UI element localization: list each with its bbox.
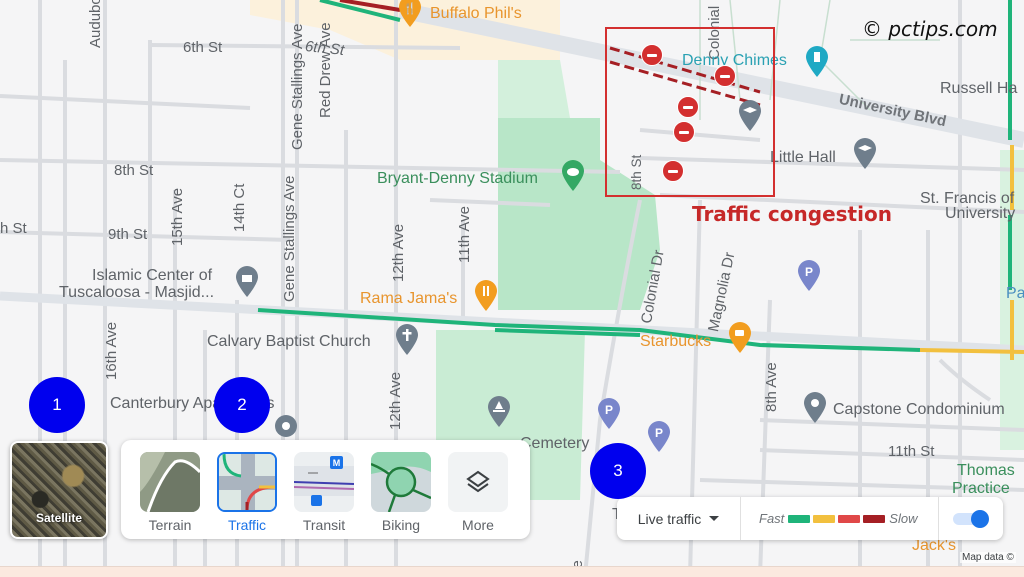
street-label: Gene Stallings Ave xyxy=(281,175,298,302)
place-label-partial[interactable]: Pa xyxy=(1006,286,1024,302)
street-label: 11th Ave xyxy=(456,206,473,263)
traffic-mode-value: Live traffic xyxy=(637,510,702,527)
street-label: 8th Ave xyxy=(763,362,780,412)
annotation-badge-3: 3 xyxy=(590,443,646,499)
parking-pin-icon[interactable]: P xyxy=(647,421,671,453)
congestion-annotation-label: Traffic congestion xyxy=(692,202,892,226)
place-label-rama-jamas[interactable]: Rama Jama's xyxy=(360,291,457,307)
map-data-attribution[interactable]: Map data © xyxy=(960,552,1016,563)
quad-green xyxy=(498,60,570,118)
legend-swatch-slow xyxy=(838,514,861,523)
divider xyxy=(938,497,939,540)
svg-text:P: P xyxy=(655,426,663,440)
street-label: Audubon xyxy=(87,0,104,48)
street-label: Gene Stallings Ave xyxy=(289,23,306,150)
place-label-thomas[interactable]: Thomas xyxy=(957,463,1015,479)
street-label: 15th Ave xyxy=(169,187,186,246)
terrain-layer-icon xyxy=(140,452,200,512)
svg-text:M: M xyxy=(333,458,341,468)
layer-label: Biking xyxy=(381,517,421,533)
place-label-calvary[interactable]: Calvary Baptist Church xyxy=(207,334,371,350)
restaurant-pin-icon[interactable]: 🍴 xyxy=(398,0,422,28)
congestion-highlight-box xyxy=(605,27,775,197)
cafe-pin-icon[interactable] xyxy=(728,322,752,354)
place-label-russell-hall[interactable]: Russell Ha xyxy=(940,81,1017,97)
church-pin-icon[interactable] xyxy=(395,324,419,356)
parking-pin-icon[interactable]: P xyxy=(797,260,821,292)
toggle-knob xyxy=(971,510,989,528)
place-label-little-hall[interactable]: Little Hall xyxy=(770,150,836,166)
street-label: h St xyxy=(0,220,27,237)
place-label-cemetery[interactable]: Cemetery xyxy=(520,436,589,452)
legend-slow-label: Slow xyxy=(889,511,918,526)
street-label: 14th Ct xyxy=(231,183,248,232)
place-label-st-francis-2[interactable]: University xyxy=(945,206,1015,222)
legend-swatch-fast xyxy=(788,514,811,523)
street-label: 12th Ave xyxy=(390,223,407,282)
place-label-bryant-denny[interactable]: Bryant-Denny Stadium xyxy=(377,171,538,187)
svg-text:🍴: 🍴 xyxy=(403,2,417,15)
street-label: 16th Ave xyxy=(103,321,120,380)
street-label: 6th St xyxy=(183,39,223,56)
place-label-capstone[interactable]: Capstone Condominium xyxy=(833,402,1005,418)
street-label: 9th St xyxy=(108,226,148,243)
satellite-view-button[interactable]: Satellite xyxy=(10,441,108,539)
layers-icon xyxy=(448,452,508,512)
stadium-pin-icon[interactable] xyxy=(561,160,585,192)
restaurant-pin-icon[interactable] xyxy=(474,280,498,312)
chevron-down-icon xyxy=(709,516,720,521)
street-label: Red Drew Ave xyxy=(317,22,334,118)
place-label-thomas-2[interactable]: Practice xyxy=(952,481,1010,497)
landmark-pin-icon[interactable] xyxy=(805,46,829,78)
svg-text:P: P xyxy=(605,403,613,417)
traffic-mode-dropdown[interactable]: Live traffic xyxy=(617,497,740,540)
watermark: © pctips.com xyxy=(862,17,998,41)
layer-label: Traffic xyxy=(227,517,267,533)
street-label: 8th St xyxy=(114,162,154,179)
traffic-toggle-switch[interactable] xyxy=(953,509,991,528)
layer-traffic-button[interactable]: Traffic xyxy=(216,452,278,533)
satellite-label: Satellite xyxy=(35,511,83,525)
layer-biking-button[interactable]: Biking xyxy=(370,452,432,533)
map-layers-panel: Terrain Traffic M Transit Biking More xyxy=(121,440,530,539)
traffic-legend: Fast Slow xyxy=(759,497,917,540)
layer-terrain-button[interactable]: Terrain xyxy=(139,452,201,533)
street-label: 12th Ave xyxy=(387,371,404,430)
street-label: 11th St xyxy=(888,443,935,460)
place-label-jacks[interactable]: Jack's xyxy=(912,538,956,554)
layer-label: Terrain xyxy=(148,517,192,533)
place-label-islamic-center[interactable]: Islamic Center of xyxy=(92,268,212,284)
place-label-buffalo-phils[interactable]: Buffalo Phil's xyxy=(430,6,522,22)
legend-swatch-heavy xyxy=(863,514,886,523)
traffic-layer-icon xyxy=(217,452,277,512)
transit-layer-icon: M xyxy=(294,452,354,512)
legend-fast-label: Fast xyxy=(759,511,785,526)
divider xyxy=(740,497,741,540)
place-label-islamic-center-2[interactable]: Tuscaloosa - Masjid... xyxy=(59,285,214,301)
location-pin-icon[interactable] xyxy=(803,392,827,424)
mosque-pin-icon[interactable] xyxy=(235,266,259,298)
parking-pin-icon[interactable]: P xyxy=(597,398,621,430)
traffic-controls-bar: Live traffic Fast Slow xyxy=(617,497,1003,540)
legend-swatch-medium xyxy=(813,514,836,523)
annotation-badge-1: 1 xyxy=(29,377,85,433)
place-label-starbucks[interactable]: Starbucks xyxy=(640,334,711,350)
bottom-strip xyxy=(0,566,1024,577)
school-pin-icon[interactable] xyxy=(853,138,877,170)
layer-more-button[interactable]: More xyxy=(447,452,509,533)
cemetery-pin-icon[interactable] xyxy=(487,396,511,428)
biking-layer-icon xyxy=(371,452,431,512)
layer-label: Transit xyxy=(302,517,346,533)
annotation-badge-2: 2 xyxy=(214,377,270,433)
layer-transit-button[interactable]: M Transit xyxy=(293,452,355,533)
layer-label: More xyxy=(462,517,494,533)
svg-text:P: P xyxy=(805,265,813,279)
